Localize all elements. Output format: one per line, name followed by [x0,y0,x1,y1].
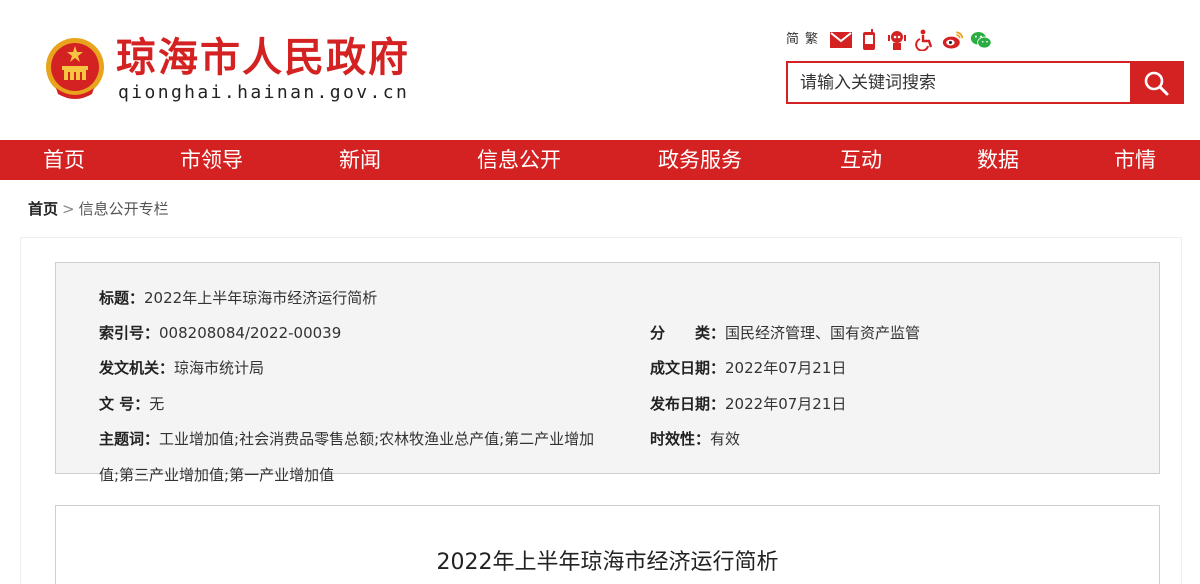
meta-published-date: 发布日期：2022年07月21日 [650,394,846,414]
wechat-icon[interactable] [970,29,992,51]
robot-icon[interactable] [886,29,908,51]
weibo-icon[interactable] [942,29,964,51]
mobile-icon[interactable] [858,29,880,51]
meta-category-label: 分 类： [650,324,726,342]
article-title: 2022年上半年琼海市经济运行简析 [436,550,779,575]
nav-home[interactable]: 首页 [43,140,85,180]
meta-index-label: 索引号： [99,324,160,342]
meta-published-date-value: 2022年07月21日 [725,395,847,413]
traditional-chinese-link[interactable]: 繁 [805,28,818,52]
meta-issuer-label: 发文机关： [99,359,175,377]
nav-city-info[interactable]: 市情 [1114,140,1156,180]
meta-category: 分 类：国民经济管理、国有资产监管 [650,323,920,343]
national-emblem-icon[interactable] [44,36,106,102]
main-nav: 首页 市领导 新闻 信息公开 政务服务 互动 数据 市情 [0,140,1200,180]
meta-validity: 时效性：有效 [650,429,740,449]
meta-index-value: 008208084/2022-00039 [159,324,342,342]
meta-written-date-value: 2022年07月21日 [725,359,847,377]
meta-title: 标题：2022年上半年琼海市经济运行简析 [99,288,377,308]
meta-doc-number-value: 无 [149,395,165,413]
meta-written-date: 成文日期：2022年07月21日 [650,358,846,378]
search-input[interactable] [788,63,1130,102]
breadcrumb-separator: > [62,200,75,218]
breadcrumb-home[interactable]: 首页 [28,200,58,218]
meta-keywords: 主题词：工业增加值;社会消费品零售总额;农林牧渔业总产值;第二产业增加值;第三产… [99,421,599,493]
meta-issuer: 发文机关：琼海市统计局 [99,358,264,378]
meta-written-date-label: 成文日期： [650,359,726,377]
mail-icon[interactable] [830,29,853,51]
search-button[interactable] [1130,63,1182,102]
search-icon [1144,71,1169,95]
nav-city-leaders[interactable]: 市领导 [180,140,243,180]
meta-published-date-label: 发布日期： [650,395,726,413]
meta-category-value: 国民经济管理、国有资产监管 [725,324,921,342]
meta-doc-number: 文 号：无 [99,394,164,414]
site-title[interactable]: 琼海市人民政府 [116,34,410,82]
header-toolbar: 简 繁 [786,28,992,52]
nav-news[interactable]: 新闻 [339,140,381,180]
meta-validity-label: 时效性： [650,430,711,448]
breadcrumb-current[interactable]: 信息公开专栏 [79,200,169,218]
meta-keywords-value: 工业增加值;社会消费品零售总额;农林牧渔业总产值;第二产业增加值;第三产业增加值… [99,430,595,484]
meta-title-label: 标题： [99,289,145,307]
meta-validity-value: 有效 [710,430,741,448]
simplified-chinese-link[interactable]: 简 [786,28,799,52]
breadcrumb: 首页 > 信息公开专栏 [28,198,169,220]
search-box [786,61,1184,104]
meta-keywords-label: 主题词： [99,430,160,448]
site-header: 琼海市人民政府 qionghai.hainan.gov.cn 简 繁 [0,0,1200,140]
nav-interaction[interactable]: 互动 [840,140,882,180]
nav-info-disclosure[interactable]: 信息公开 [477,140,561,180]
meta-issuer-value: 琼海市统计局 [174,359,265,377]
meta-doc-number-label: 文 号： [99,395,150,413]
nav-data[interactable]: 数据 [977,140,1019,180]
nav-government-services[interactable]: 政务服务 [658,140,742,180]
accessibility-icon[interactable] [914,29,936,51]
site-domain: qionghai.hainan.gov.cn [118,82,410,103]
meta-index: 索引号：008208084/2022-00039 [99,323,341,343]
meta-title-value: 2022年上半年琼海市经济运行简析 [144,289,378,307]
